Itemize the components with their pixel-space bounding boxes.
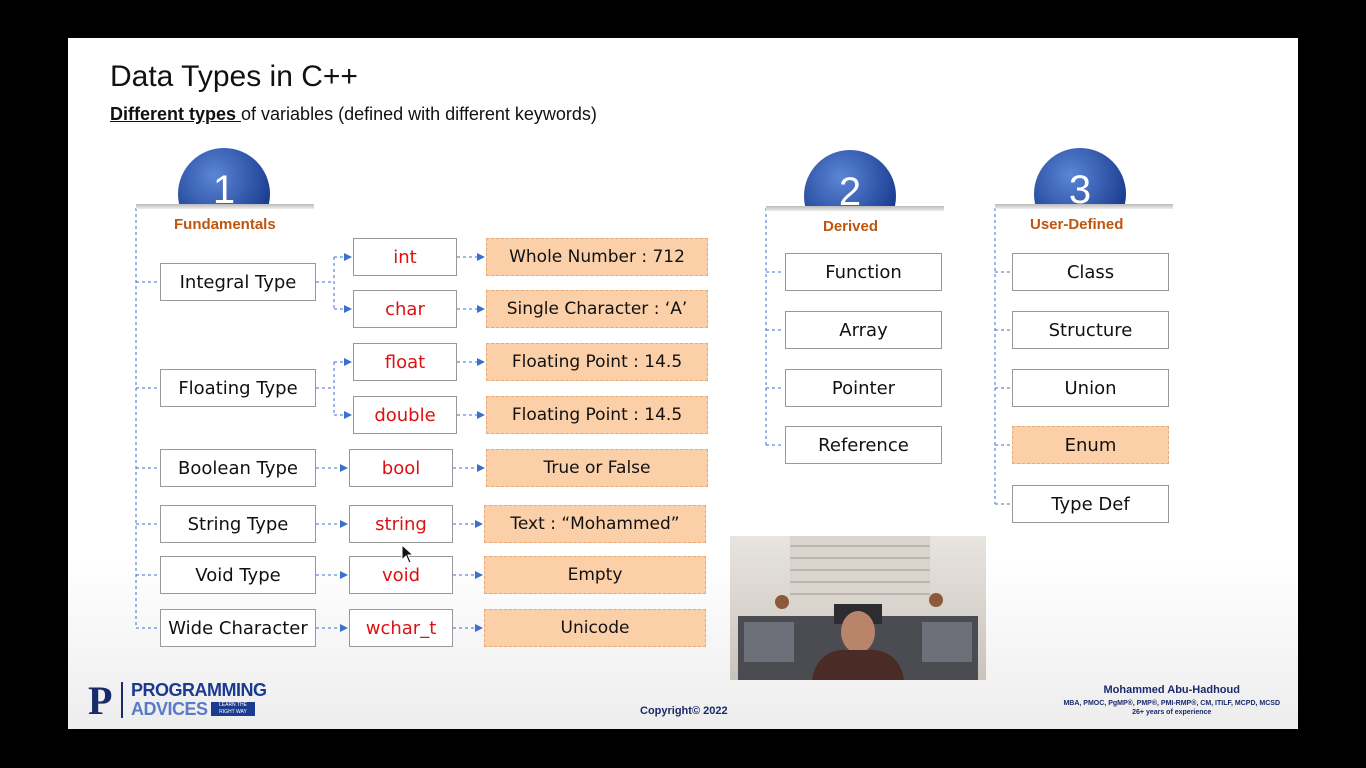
category-user-defined: User-Defined <box>1030 216 1124 233</box>
derived-pointer: Pointer <box>785 369 942 407</box>
keyword-int: int <box>353 238 457 276</box>
derived-array: Array <box>785 311 942 349</box>
keyword-double: double <box>353 396 457 434</box>
logo-line2: ADVICES <box>131 699 208 719</box>
logo-tagline: LEARN THE RIGHT WAY <box>211 702 255 716</box>
keyword-float: float <box>353 343 457 381</box>
derived-reference: Reference <box>785 426 942 464</box>
svg-text:P: P <box>88 678 112 723</box>
badge-cover <box>168 206 298 266</box>
slide: Data Types in C++ Different types of var… <box>68 38 1298 729</box>
value-double: Floating Point : 14.5 <box>486 396 708 434</box>
value-char: Single Character : ‘A’ <box>486 290 708 328</box>
keyword-char: char <box>353 290 457 328</box>
category-derived: Derived <box>823 218 879 235</box>
section-underline <box>995 204 1173 209</box>
user-defined-union: Union <box>1012 369 1169 407</box>
category-fundamentals: Fundamentals <box>174 216 276 233</box>
type-floating: Floating Type <box>160 369 316 407</box>
type-boolean: Boolean Type <box>160 449 316 487</box>
user-defined-class: Class <box>1012 253 1169 291</box>
value-wchar-t: Unicode <box>484 609 706 647</box>
keyword-bool: bool <box>349 449 453 487</box>
mouse-cursor-icon <box>401 543 415 568</box>
value-string: Text : “Mohammed” <box>484 505 706 543</box>
user-defined-typedef: Type Def <box>1012 485 1169 523</box>
type-string: String Type <box>160 505 316 543</box>
user-defined-enum: Enum <box>1012 426 1169 464</box>
author-experience: 26+ years of experience <box>1132 709 1212 716</box>
keyword-wchar-t: wchar_t <box>349 609 453 647</box>
user-defined-structure: Structure <box>1012 311 1169 349</box>
value-int: Whole Number : 712 <box>486 238 708 276</box>
author-block: Mohammed Abu-Hadhoud MBA, PMOC, PgMP®, P… <box>1063 684 1280 716</box>
section-underline <box>136 204 314 209</box>
presenter-video <box>730 536 986 680</box>
author-name: Mohammed Abu-Hadhoud <box>1103 684 1240 696</box>
copyright: Copyright© 2022 <box>640 705 728 717</box>
value-void: Empty <box>484 556 706 594</box>
presenter-figure <box>738 536 978 680</box>
section-underline <box>766 206 944 211</box>
type-integral: Integral Type <box>160 263 316 301</box>
value-float: Floating Point : 14.5 <box>486 343 708 381</box>
type-void: Void Type <box>160 556 316 594</box>
type-wide-character: Wide Character <box>160 609 316 647</box>
logo-line1: PROGRAMMING <box>131 680 267 700</box>
value-bool: True or False <box>486 449 708 487</box>
keyword-string: string <box>349 505 453 543</box>
derived-function: Function <box>785 253 942 291</box>
author-certifications: MBA, PMOC, PgMP®, PMP®, PMI-RMP®, CM, IT… <box>1063 700 1280 707</box>
